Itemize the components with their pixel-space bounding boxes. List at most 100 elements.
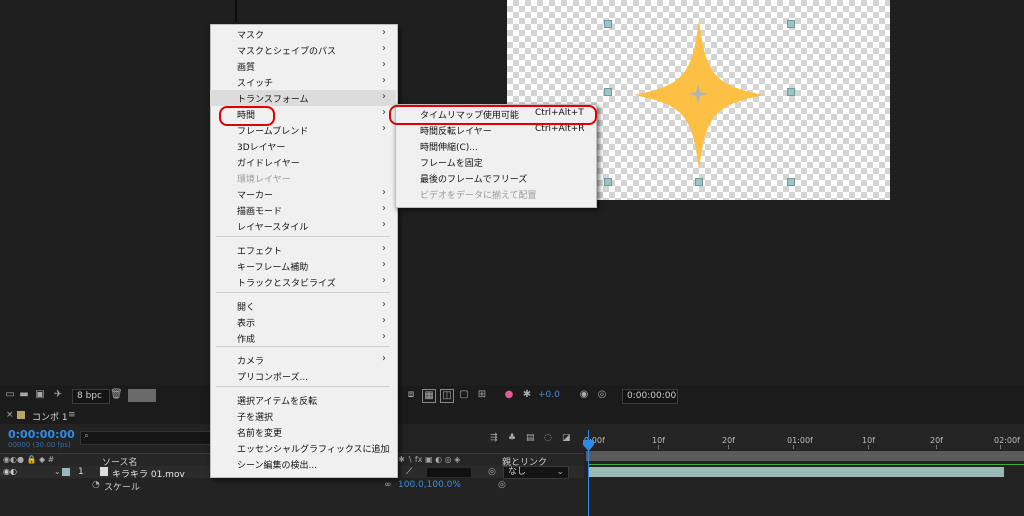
pick-whip-icon[interactable]: ◎ <box>488 467 496 477</box>
trash-icon[interactable]: 🗑 <box>110 389 123 401</box>
transform-handle[interactable] <box>604 178 612 186</box>
timeline-frame-count: 00000 (30.00 fps) <box>8 441 71 449</box>
current-time-field[interactable]: 0:00:00:00 <box>622 389 678 404</box>
context-menu-item[interactable]: トランスフォーム › <box>210 90 396 106</box>
transparency-grid-icon[interactable]: ▦ <box>422 389 436 403</box>
footage-icon <box>100 467 108 476</box>
context-menu-item[interactable]: 作成 › <box>210 330 396 346</box>
av-switches-icons: ◉◐● 🔒 ◆ # <box>3 455 55 464</box>
render-icon[interactable]: ✈ <box>52 389 64 401</box>
mask-visibility-icon[interactable]: ◫ <box>440 389 454 403</box>
chevron-right-icon: › <box>382 107 386 118</box>
scale-value[interactable]: 100.0,100.0% <box>398 480 461 490</box>
context-menu-item[interactable]: 3Dレイヤー <box>210 138 396 154</box>
stopwatch-icon[interactable]: ◔ <box>92 480 100 490</box>
context-menu-item[interactable]: マスク › <box>210 26 396 42</box>
layer-duration-bar[interactable] <box>588 467 1004 477</box>
comp-color-icon <box>17 411 25 419</box>
chevron-down-icon[interactable]: ⌄ <box>54 467 61 476</box>
context-menu-item[interactable]: エッセンシャルグラフィックスに追加 <box>210 440 396 456</box>
layer-number: 1 <box>78 467 84 477</box>
context-menu-item[interactable]: カメラ › <box>210 352 396 368</box>
exposure-reset-icon[interactable]: ✱ <box>521 389 533 401</box>
context-menu-item[interactable]: 選択アイテムを反転 <box>210 392 396 408</box>
pick-whip-icon[interactable]: ◎ <box>498 480 506 490</box>
chevron-right-icon: › <box>382 243 386 254</box>
context-menu-item[interactable]: 描画モード › <box>210 202 396 218</box>
time-submenu-item[interactable]: フレームを固定 <box>395 154 595 170</box>
chevron-right-icon: › <box>382 59 386 70</box>
link-constrain-icon[interactable]: ∞ <box>384 480 392 490</box>
context-menu-item[interactable]: マーカー › <box>210 186 396 202</box>
context-menu-item[interactable]: キーフレーム補助 › <box>210 258 396 274</box>
shortcut-label: Ctrl+Alt+R <box>535 124 585 134</box>
panel-menu-icon[interactable]: ≡ <box>68 410 76 420</box>
show-snapshot-icon[interactable]: ◎ <box>596 389 608 401</box>
menu-item-label: キーフレーム補助 <box>237 263 309 273</box>
monitor-icon[interactable]: ▭ <box>4 389 16 401</box>
menu-item-label: トラックとスタビライズ <box>237 279 336 289</box>
timeline-timecode[interactable]: 0:00:00:00 <box>8 428 75 441</box>
context-menu-item[interactable]: エフェクト › <box>210 242 396 258</box>
parent-select[interactable]: なし ⌄ <box>503 466 569 479</box>
region-of-interest-icon[interactable]: ⧈ <box>405 389 417 401</box>
transform-handle[interactable] <box>695 178 703 186</box>
channel-icon[interactable]: ● <box>503 389 515 401</box>
chevron-right-icon: › <box>382 27 386 38</box>
layer-search-input[interactable] <box>80 431 212 445</box>
context-menu-item[interactable]: 名前を変更 <box>210 424 396 440</box>
context-menu-item[interactable]: マスクとシェイプのパス › <box>210 42 396 58</box>
bit-depth-button[interactable]: 8 bpc <box>72 389 110 404</box>
context-menu-item[interactable]: 子を選択 <box>210 408 396 424</box>
chevron-right-icon: › <box>382 275 386 286</box>
safe-margins-icon[interactable]: ▢ <box>458 389 470 401</box>
context-menu-item[interactable]: 画質 › <box>210 58 396 74</box>
comp-flowchart-icon[interactable]: ⇶ <box>490 433 498 443</box>
context-menu-item[interactable]: ガイドレイヤー <box>210 154 396 170</box>
shy-icon[interactable]: ♣ <box>508 433 516 443</box>
menu-separator <box>216 386 390 387</box>
context-menu-item[interactable]: トラックとスタビライズ › <box>210 274 396 290</box>
ruler-tick-mark <box>793 445 794 449</box>
chevron-right-icon: › <box>382 43 386 54</box>
frame-blend-icon[interactable]: ▤ <box>526 433 535 443</box>
motion-blur-icon[interactable]: ◌ <box>544 433 552 443</box>
context-menu-item[interactable]: プリコンポーズ... <box>210 368 396 384</box>
label-color-icon[interactable] <box>62 468 70 476</box>
ruler-tick-label: 20f <box>722 436 735 445</box>
context-menu-item[interactable]: レイヤースタイル › <box>210 218 396 234</box>
context-menu-item[interactable]: スイッチ › <box>210 74 396 90</box>
transform-handle[interactable] <box>787 178 795 186</box>
transform-handle[interactable] <box>787 20 795 28</box>
transform-handle[interactable] <box>604 20 612 28</box>
menu-item-label: エッセンシャルグラフィックスに追加 <box>237 445 390 455</box>
grid-icon[interactable]: ⊞ <box>476 389 488 401</box>
exposure-value[interactable]: +0.0 <box>538 390 560 400</box>
color-swatch[interactable] <box>128 389 156 402</box>
quality-switch-icon[interactable]: ⟋ <box>406 467 412 477</box>
timeline-tab-bar <box>0 408 1024 424</box>
transform-handle[interactable] <box>604 88 612 96</box>
camera-snapshot-icon[interactable]: ◉ <box>578 389 590 401</box>
graph-editor-icon[interactable]: ◪ <box>562 433 571 443</box>
context-menu-item[interactable]: シーン編集の検出... <box>210 456 396 472</box>
sparkle-star-layer[interactable] <box>634 20 764 170</box>
work-area-bar[interactable] <box>586 451 1024 461</box>
close-icon[interactable]: × <box>6 410 14 420</box>
context-menu-item[interactable]: 開く › <box>210 298 396 314</box>
time-submenu-item[interactable]: 時間伸縮(C)... <box>395 138 595 154</box>
transform-handle[interactable] <box>787 88 795 96</box>
context-menu-item[interactable]: 表示 › <box>210 314 396 330</box>
film-icon[interactable]: ▣ <box>34 389 46 401</box>
property-row-scale[interactable] <box>0 479 584 492</box>
context-menu-item: 環境レイヤー <box>210 170 396 186</box>
playhead-handle[interactable] <box>583 440 594 452</box>
chevron-right-icon: › <box>382 331 386 342</box>
tab-comp[interactable]: コンポ 1 <box>32 410 68 423</box>
layer-switch-boxes[interactable] <box>427 468 471 477</box>
folder-icon[interactable]: ▬ <box>18 389 30 401</box>
time-submenu-item[interactable]: 最後のフレームでフリーズ <box>395 170 595 186</box>
search-icon: ⌕ <box>84 431 90 441</box>
visibility-eye-icon[interactable]: ◉◐ <box>3 467 17 476</box>
menu-item-label: 子を選択 <box>237 413 274 423</box>
